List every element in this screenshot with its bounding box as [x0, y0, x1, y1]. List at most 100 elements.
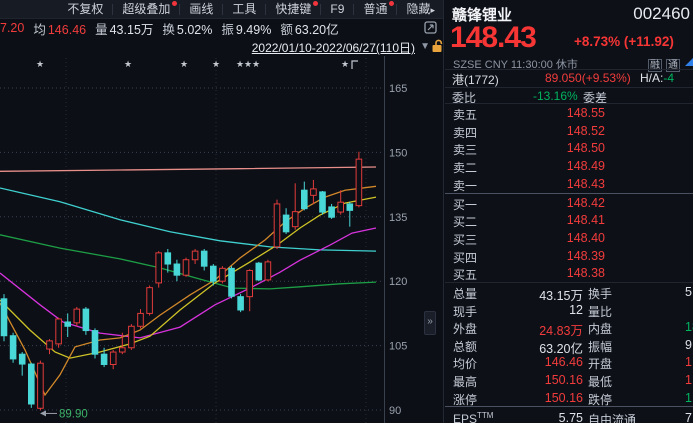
- quote-price: 148.40: [445, 231, 605, 245]
- ask-row-卖三[interactable]: 卖三148.50: [445, 139, 693, 157]
- candle-body: [211, 266, 217, 281]
- ha-premium: H/A:-4: [640, 71, 674, 85]
- y-axis-tick-label: 90: [389, 405, 401, 417]
- stat-label: 振幅: [588, 338, 612, 355]
- low-price-annotation: 89.90: [59, 408, 88, 420]
- bid-row-买五[interactable]: 买五148.38: [445, 264, 693, 282]
- kline-chart[interactable]: 16515013512010590★★★★★★★★89.90: [0, 56, 444, 423]
- stock-code: 002460: [633, 4, 690, 24]
- info-stat-4: 换5.02%: [162, 19, 212, 38]
- candle-body: [120, 348, 126, 352]
- hk-share-label[interactable]: 港(1772): [452, 71, 499, 88]
- stat-value-clipped: 5: [685, 285, 692, 299]
- toolbar-item-5[interactable]: 快捷键: [266, 0, 320, 18]
- info-stat-5: 振9.49%: [221, 19, 271, 38]
- stat-value-clipped: 9: [685, 338, 692, 352]
- quote-price: 148.42: [445, 196, 605, 210]
- y-axis-tick-label: 165: [389, 83, 407, 95]
- quote-panel: 赣锋锂业 002460 148.43 +8.73% (+11.92) SZSE …: [445, 0, 693, 423]
- corner-mark-icon: [352, 61, 358, 69]
- ask-row-卖二[interactable]: 卖二148.49: [445, 157, 693, 175]
- bid-row-买三[interactable]: 买三148.40: [445, 229, 693, 247]
- candle-body: [110, 352, 116, 364]
- event-star-icon: ★: [244, 59, 252, 69]
- toolbar-item-4[interactable]: 工具: [223, 0, 265, 18]
- ask-row-卖四[interactable]: 卖四148.52: [445, 122, 693, 140]
- candle-body: [29, 364, 35, 404]
- candle-body: [92, 331, 98, 355]
- info-stat-6: 额63.20亿: [280, 19, 338, 38]
- candle-body: [38, 363, 44, 408]
- candle-body: [83, 309, 89, 330]
- candle-body: [129, 326, 135, 347]
- info-stat-2: 均146.46: [33, 19, 86, 38]
- quote-price: 148.50: [445, 141, 605, 155]
- stat-label: 开盘: [588, 355, 612, 372]
- ma-long-pink-line: [0, 167, 376, 171]
- toolbar-item-7[interactable]: 普通: [354, 0, 396, 18]
- candle-body: [74, 309, 80, 323]
- candle-body: [220, 268, 226, 281]
- y-axis-tick-label: 135: [389, 212, 407, 224]
- stat-value-clipped: 18: [685, 320, 693, 334]
- candle-body: [47, 341, 53, 349]
- stat-row-2: 现手12量比: [445, 301, 693, 319]
- toolbar-item-8[interactable]: 隐藏▸: [397, 0, 444, 19]
- candle-body: [192, 251, 198, 260]
- candle-body: [320, 192, 326, 212]
- popout-window-icon[interactable]: [424, 21, 437, 34]
- stat-label: 自由流通: [588, 411, 636, 423]
- top-toolbar: 不复权超级叠加画线工具快捷键F9普通隐藏▸: [0, 0, 444, 19]
- stat-row-1: 总量43.15万换手5: [445, 283, 693, 301]
- toolbar-item-1[interactable]: 不复权: [58, 0, 112, 18]
- stat-row-4: 总额63.20亿振幅9: [445, 336, 693, 354]
- bid-row-买二[interactable]: 买二148.41: [445, 211, 693, 229]
- stat-label: 量比: [588, 303, 612, 320]
- corner-flag-icon[interactable]: [685, 54, 693, 66]
- y-axis-tick-label: 105: [389, 341, 407, 353]
- notification-dot: [313, 1, 318, 6]
- panel-collapse-handle[interactable]: [424, 311, 436, 335]
- stat-label: 换手: [588, 285, 612, 302]
- stat-value-clipped: 1: [685, 391, 692, 405]
- stat-label: 内盘: [588, 320, 612, 337]
- bid-row-买四[interactable]: 买四148.39: [445, 247, 693, 265]
- ask-row-卖一[interactable]: 卖一148.43: [445, 175, 693, 193]
- ask-row-卖五[interactable]: 卖五148.55: [445, 104, 693, 122]
- stat-row-6: 最高150.16最低1: [445, 371, 693, 389]
- candle-body: [347, 204, 353, 210]
- notification-dot: [172, 1, 177, 6]
- candle-body: [238, 297, 244, 310]
- candle-body: [201, 251, 207, 266]
- candle-body: [256, 263, 262, 280]
- quote-price: 148.52: [445, 124, 605, 138]
- stat-value: 5.75: [445, 411, 583, 423]
- low-arrow-head: [40, 410, 46, 416]
- stat-label: 最低: [588, 373, 612, 390]
- candle-body: [1, 299, 7, 336]
- quote-price: 148.38: [445, 266, 605, 280]
- event-star-icon: ★: [212, 59, 220, 69]
- candle-body: [138, 313, 144, 326]
- last-price: 148.43: [450, 21, 536, 55]
- toolbar-item-6[interactable]: F9: [321, 0, 353, 18]
- event-star-icon: ★: [36, 59, 44, 69]
- quote-price: 148.39: [445, 249, 605, 263]
- price-change: +8.73% (+11.92): [574, 34, 674, 49]
- toolbar-item-3[interactable]: 画线: [180, 0, 222, 18]
- bid-row-买一[interactable]: 买一148.42: [445, 194, 693, 212]
- y-axis-tick-label: 120: [389, 276, 407, 288]
- date-range-selector[interactable]: 2022/01/10-2022/06/27(110日): [252, 39, 415, 56]
- hk-share-price: 89.050(+9.53%): [545, 71, 631, 85]
- quote-price: 148.55: [445, 106, 605, 120]
- panel-divider[interactable]: [443, 0, 444, 423]
- event-star-icon: ★: [180, 59, 188, 69]
- chevron-down-icon[interactable]: ▼: [420, 41, 430, 52]
- stat-value: 150.16: [445, 391, 583, 405]
- stat-row-3: 外盘24.83万内盘18: [445, 318, 693, 336]
- stat-value-clipped: 7: [685, 411, 692, 423]
- toolbar-item-2[interactable]: 超级叠加: [113, 0, 179, 18]
- stat-value: 150.16: [445, 373, 583, 387]
- stat-row-5: 均价146.46开盘1: [445, 353, 693, 371]
- candle-body: [229, 268, 235, 296]
